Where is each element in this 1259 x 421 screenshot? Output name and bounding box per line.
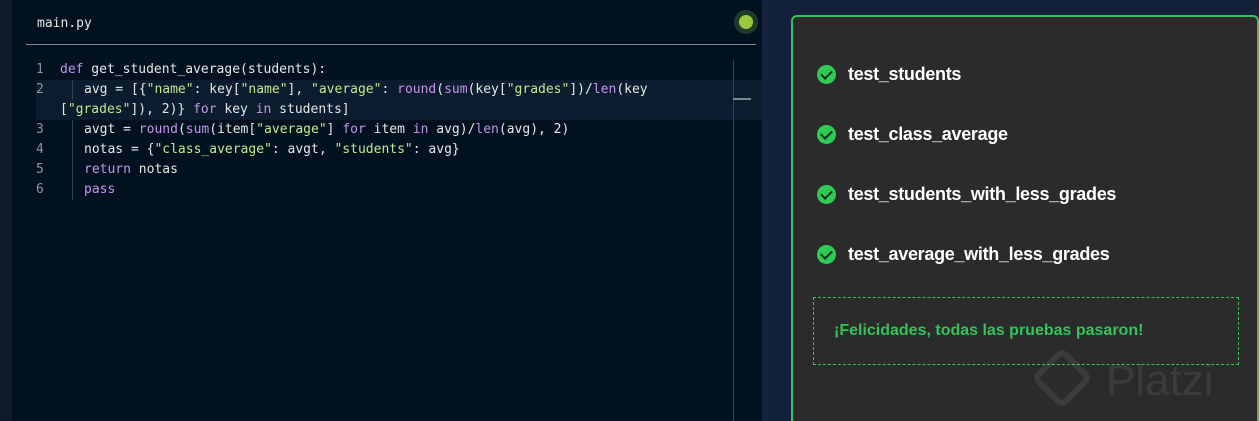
code-text: notas = {"class_average": avgt, "student… [84,142,460,157]
status-indicator-icon [734,10,758,34]
editor-scrollbar-thumb[interactable] [733,98,751,100]
code-text: avgt = round(sum(item["average"] for ite… [84,122,570,137]
indent-guide [72,120,84,140]
line-number: 3 [36,122,44,137]
file-tab-main[interactable]: main.py [37,16,92,31]
platzi-watermark: Platzi [1030,346,1259,421]
check-circle-icon [817,125,836,144]
code-line[interactable]: ["grades"]), 2)} for key in students] [36,100,762,120]
code-content[interactable]: 1 def get_student_average(students): 2 avg … [36,60,762,421]
line-number: 4 [36,142,44,157]
indent-guide [72,140,84,160]
success-message: ¡Felicidades, todas las pruebas pasaron! [834,322,1144,339]
code-line[interactable]: 2 avg = [{"name": key["name"], "average":… [36,80,762,100]
test-name: test_students_with_less_grades [848,184,1117,204]
editor-area: main.py 1 def get_student_average(student… [0,0,762,421]
code-text: return notas [84,162,178,177]
check-circle-icon [817,65,836,84]
check-circle-icon [817,185,836,204]
test-result-item: test_students_with_less_grades [817,184,1116,205]
platzi-logo-icon [1030,346,1094,410]
code-line[interactable]: 6 pass [36,180,762,200]
code-editor[interactable]: main.py 1 def get_student_average(student… [12,0,762,421]
code-line[interactable]: 5 return notas [36,160,762,180]
indent-guide [72,180,84,200]
code-text: ["grades"]), 2)} for key in students] [60,102,350,117]
indent-guide [72,160,84,180]
watermark-text: Platzi [1106,356,1214,405]
code-text: avg = [{"name": key["name"], "average": … [84,82,648,97]
line-number: 2 [36,82,44,97]
test-name: test_class_average [848,124,1008,144]
editor-header: main.py [26,0,758,45]
test-name: test_students [848,64,962,84]
line-number [36,100,60,120]
test-result-item: test_average_with_less_grades [817,244,1110,265]
check-circle-icon [817,245,836,264]
test-result-item: test_class_average [817,124,1008,145]
line-number: 5 [36,162,44,177]
code-text: def get_student_average(students): [60,62,327,77]
code-line[interactable]: 1 def get_student_average(students): [36,60,762,80]
code-line[interactable]: 4 notas = {"class_average": avgt, "studen… [36,140,762,160]
test-name: test_average_with_less_grades [848,244,1110,264]
test-result-item: test_students [817,64,961,85]
indent-guide [72,80,84,100]
line-number: 6 [36,182,44,197]
code-line[interactable]: 3 avgt = round(sum(item["average"] for it… [36,120,762,140]
code-text: pass [84,182,116,197]
line-number: 1 [36,62,44,77]
editor-scrollbar[interactable] [733,60,734,421]
